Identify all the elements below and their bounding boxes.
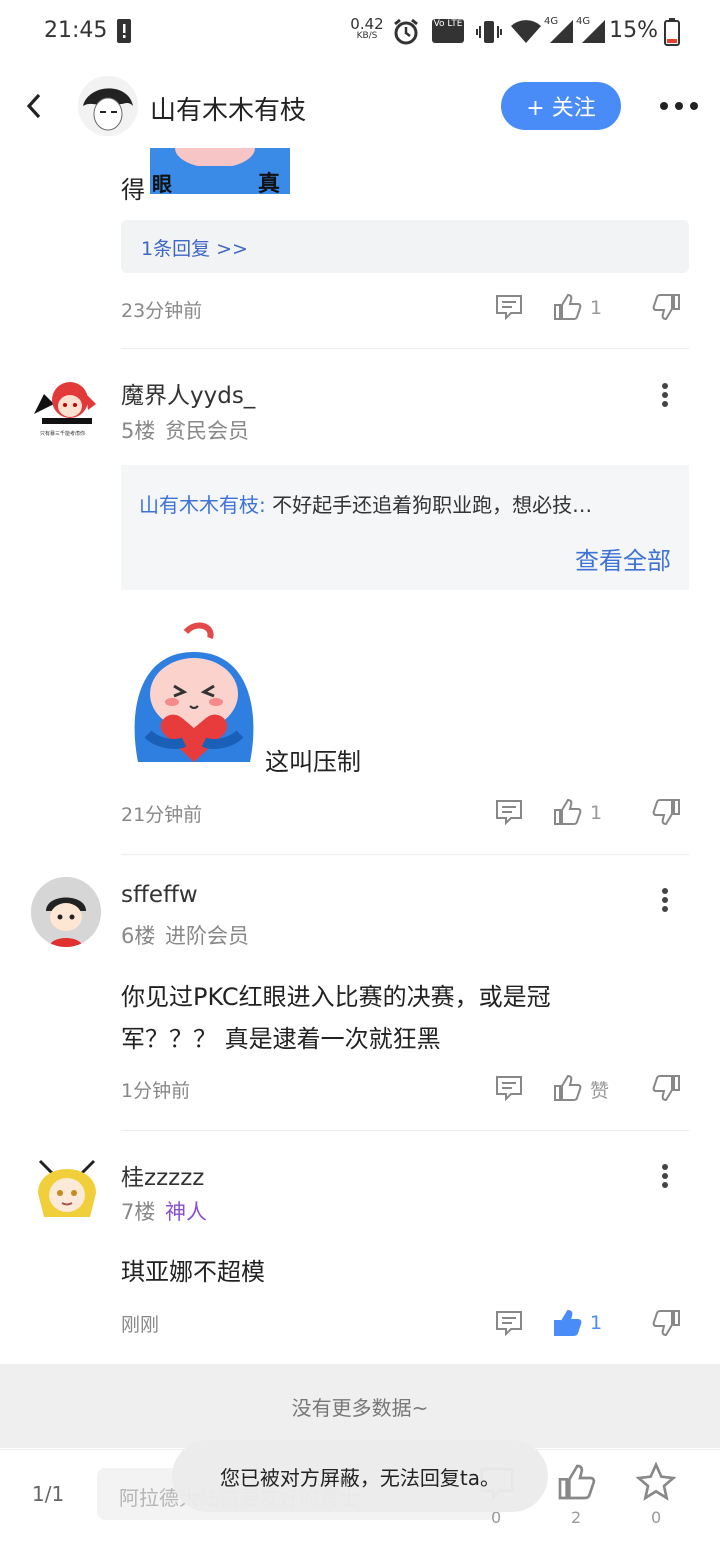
member-level: 进阶会员: [165, 924, 249, 948]
battery-percent: 15%: [609, 18, 658, 43]
quote-username[interactable]: 山有木木有枝:: [139, 493, 266, 517]
avatar[interactable]: 只有暴三千能考虑你: [30, 374, 100, 440]
no-more-text: 没有更多数据~: [291, 1396, 429, 1420]
comment-icon[interactable]: [494, 1073, 524, 1107]
back-arrow-icon[interactable]: [24, 92, 44, 124]
toast-message: 您已被对方屏蔽，无法回复ta。: [172, 1440, 548, 1512]
more-vertical-icon[interactable]: [662, 380, 668, 410]
sticker-image: [128, 622, 260, 772]
sticker-image: 眼 真: [150, 148, 290, 194]
like-icon[interactable]: [552, 292, 582, 326]
floor-number: 7楼: [121, 1200, 156, 1224]
alert-icon: [116, 18, 132, 48]
dislike-icon[interactable]: [652, 1073, 682, 1107]
member-level: 神人: [165, 1200, 207, 1224]
avatar[interactable]: [32, 1153, 102, 1223]
comment-time: 1分钟前: [121, 1080, 191, 1102]
star-icon[interactable]: [635, 1461, 677, 1506]
signal-icon-1: 4G: [544, 16, 574, 48]
comment-text: 琪亚娜不超模: [121, 1258, 265, 1286]
like-label: 赞: [590, 1080, 610, 1102]
page-indicator[interactable]: 1/1: [32, 1482, 64, 1506]
more-vertical-icon[interactable]: [662, 885, 668, 915]
divider: [121, 854, 689, 855]
comment-icon[interactable]: [494, 797, 524, 831]
wifi-icon: [510, 18, 542, 48]
comment-icon[interactable]: [494, 1308, 524, 1342]
divider: [121, 348, 689, 349]
member-level: 贫民会员: [165, 419, 249, 443]
like-count: 2: [571, 1508, 582, 1527]
more-vertical-icon[interactable]: [662, 1161, 668, 1191]
like-count: 1: [590, 802, 603, 824]
list-end: 没有更多数据~: [0, 1364, 720, 1448]
volte-icon: Vo LTE: [432, 19, 464, 43]
comment-time: 21分钟前: [121, 804, 203, 826]
dislike-icon[interactable]: [652, 797, 682, 831]
page-title: 山有木木有枝: [150, 96, 307, 126]
battery-icon: [664, 18, 680, 50]
follow-button[interactable]: + 关注: [501, 82, 621, 130]
dislike-icon[interactable]: [652, 292, 682, 326]
more-horizontal-icon[interactable]: [660, 102, 698, 110]
comment-text: 这叫压制: [265, 748, 361, 776]
signal-icon-2: 4G: [576, 16, 606, 48]
comment-time: 23分钟前: [121, 300, 203, 322]
like-icon[interactable]: [552, 1073, 582, 1107]
alarm-icon: [392, 18, 420, 50]
username[interactable]: 魔界人yyds_: [121, 376, 255, 410]
quoted-reply[interactable]: 山有木木有枝: 不好起手还追着狗职业跑，想必技… 查看全部: [121, 465, 689, 590]
username[interactable]: sffeffw: [121, 882, 198, 908]
status-bar: 21:45 0.42 KB/S Vo LTE 4G 4G 15%: [0, 0, 720, 64]
reply-summary[interactable]: 1条回复 >>: [121, 220, 689, 273]
like-icon[interactable]: [552, 797, 582, 831]
avatar[interactable]: [78, 76, 138, 136]
star-count: 0: [651, 1508, 662, 1527]
like-count: 1: [590, 297, 603, 319]
comment-text: 你见过PKC红眼进入比赛的决赛，或是冠 军？？？ 真是逮着一次就狂黑: [121, 983, 551, 1053]
floor-number: 6楼: [121, 924, 156, 948]
app-header: 山有木木有枝 + 关注: [0, 64, 720, 148]
username[interactable]: 桂zzzzz: [121, 1158, 204, 1192]
quote-text: 不好起手还追着狗职业跑，想必技…: [265, 493, 593, 517]
comment-icon[interactable]: [494, 292, 524, 326]
view-all-link[interactable]: 查看全部: [575, 541, 671, 576]
divider: [121, 1130, 689, 1131]
vibrate-icon: [476, 18, 502, 50]
like-icon[interactable]: [556, 1462, 596, 1506]
floor-number: 5楼: [121, 419, 156, 443]
comment-text: 得: [121, 176, 145, 204]
quote-line: 山有木木有枝: 不好起手还追着狗职业跑，想必技…: [139, 489, 592, 518]
avatar[interactable]: [31, 877, 101, 947]
net-speed: 0.42 KB/S: [350, 15, 384, 41]
comment-time: 刚刚: [121, 1314, 160, 1336]
like-count: 1: [590, 1312, 603, 1334]
liked-icon[interactable]: [552, 1308, 582, 1342]
dislike-icon[interactable]: [652, 1308, 682, 1342]
reply-link[interactable]: 1条回复 >>: [141, 234, 248, 261]
status-time: 21:45: [44, 18, 108, 43]
